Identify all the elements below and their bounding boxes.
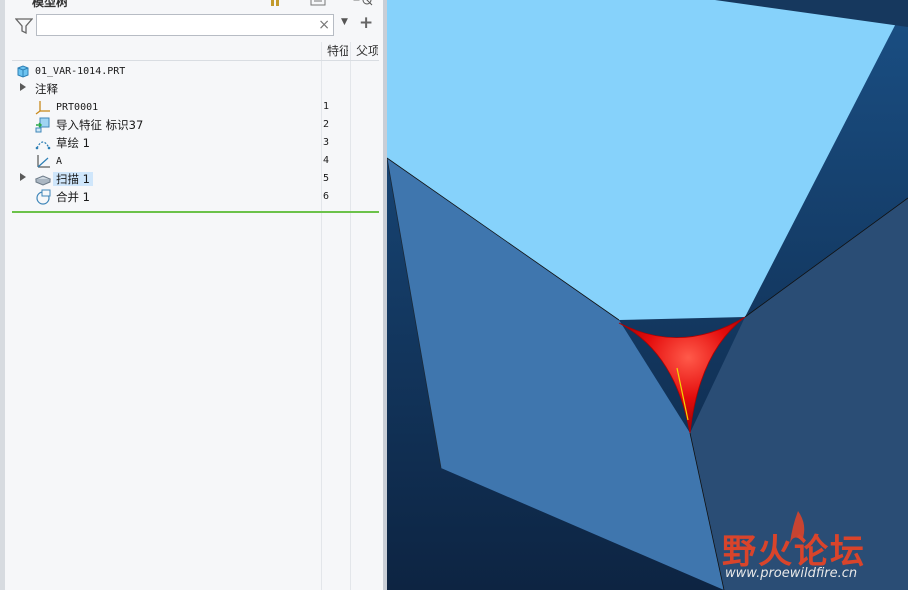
- feature-number: 6: [323, 191, 330, 202]
- tree-item-import-feature[interactable]: 导入特征 标识37 2: [0, 116, 383, 134]
- tree-item-label: 合并 1: [56, 190, 90, 204]
- search-dropdown-arrow-icon[interactable]: ▼: [341, 17, 348, 27]
- feature-number: 5: [323, 173, 330, 184]
- feature-number: 2: [323, 119, 330, 130]
- sketch-icon: [35, 135, 51, 151]
- settings-list-icon[interactable]: [310, 0, 338, 8]
- feature-number: 4: [323, 155, 330, 166]
- columns-icon[interactable]: [270, 0, 288, 8]
- sweep-icon: [34, 171, 52, 187]
- column-header-feature[interactable]: 特征: [327, 42, 348, 60]
- tree-item-annotations[interactable]: 注释: [0, 80, 383, 98]
- tree-item-sweep[interactable]: 扫描 1 5: [0, 170, 383, 188]
- expand-arrow-icon[interactable]: [20, 83, 26, 91]
- tree-item-sketch[interactable]: 草绘 1 3: [0, 134, 383, 152]
- feature-number: 3: [323, 137, 330, 148]
- show-hide-icon[interactable]: [353, 0, 375, 8]
- model-graphics[interactable]: [387, 0, 908, 590]
- tree-search-box: ×: [36, 14, 334, 36]
- tree-item-label: A: [56, 156, 63, 167]
- graphics-viewport[interactable]: [387, 0, 908, 590]
- model-tree-panel: 模型树 × ▼ + 特征 父项 01_VAR-1014.PRT 注释 PRT00…: [0, 0, 383, 590]
- add-icon[interactable]: +: [359, 13, 373, 33]
- tree-item-label: 草绘 1: [56, 136, 90, 150]
- import-feature-icon: [35, 117, 51, 133]
- tree-root-label: 01_VAR-1014.PRT: [35, 66, 126, 77]
- tree-item-merge[interactable]: 合并 1 6: [0, 188, 383, 206]
- datum-plane-icon: [35, 153, 51, 169]
- insert-here-marker[interactable]: [12, 211, 379, 213]
- expand-arrow-icon[interactable]: [20, 173, 26, 181]
- filter-icon[interactable]: [14, 17, 34, 35]
- tree-root[interactable]: 01_VAR-1014.PRT: [0, 62, 383, 80]
- feature-number: 1: [323, 101, 330, 112]
- tree-item-label: 导入特征 标识37: [56, 118, 144, 132]
- tree-item-datum-a[interactable]: A 4: [0, 152, 383, 170]
- column-header-parent[interactable]: 父项: [356, 42, 378, 60]
- search-input[interactable]: [41, 16, 315, 36]
- panel-title: 模型树: [32, 0, 69, 9]
- merge-icon: [35, 189, 51, 205]
- tree-item-label: PRT0001: [56, 102, 99, 113]
- part-icon: [15, 63, 31, 79]
- watermark-url: www.proewildfire.cn: [725, 566, 858, 581]
- clear-search-button[interactable]: ×: [318, 16, 330, 34]
- tree-item-csys[interactable]: PRT0001 1: [0, 98, 383, 116]
- tree-item-label: 扫描 1: [53, 172, 93, 186]
- tree-item-label: 注释: [35, 82, 58, 96]
- coordinate-system-icon: [35, 99, 51, 115]
- header-divider: [12, 60, 379, 61]
